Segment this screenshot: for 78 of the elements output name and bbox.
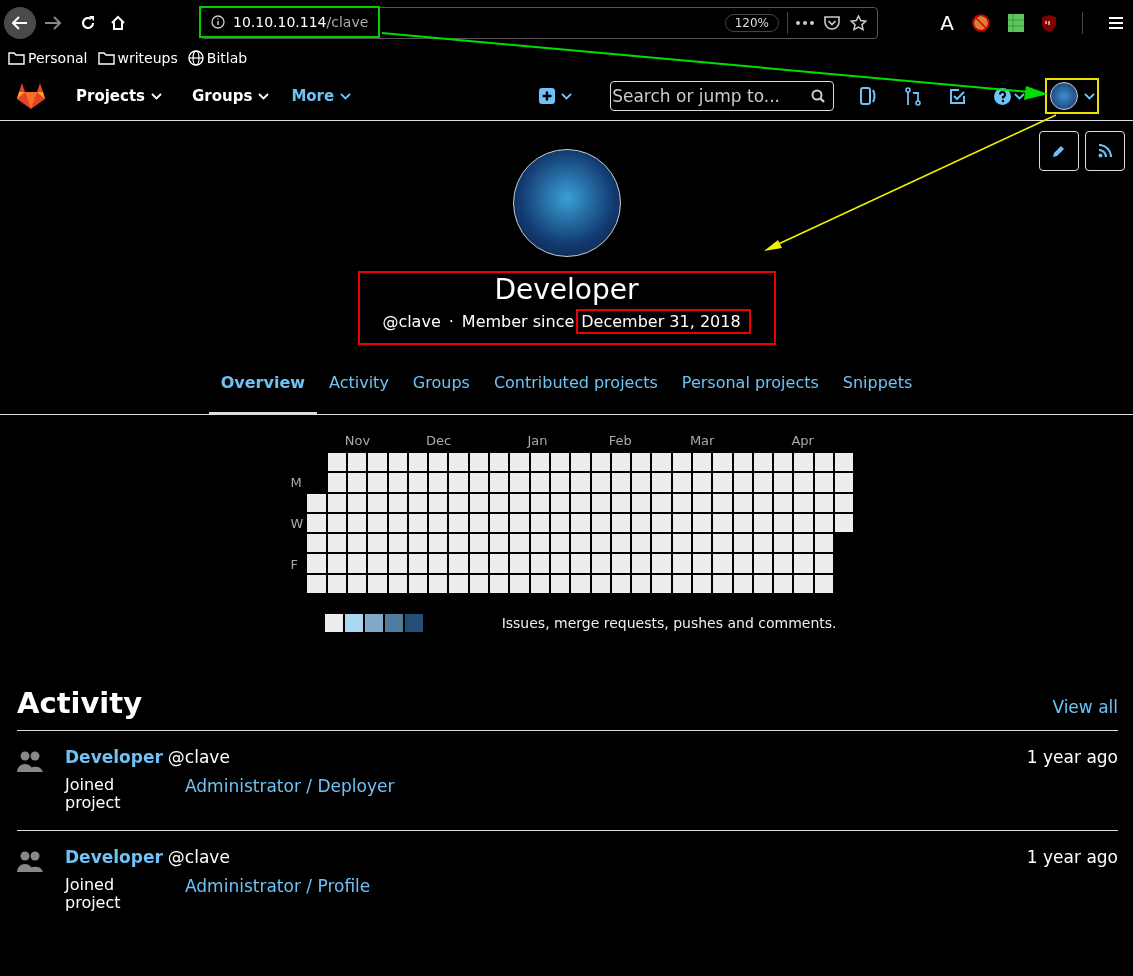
back-arrow-icon (12, 16, 28, 30)
back-button[interactable] (4, 7, 36, 39)
merge-request-icon[interactable] (905, 86, 922, 106)
help-icon[interactable] (994, 87, 1012, 105)
username: @clave (382, 312, 441, 331)
view-all-link[interactable]: View all (1052, 697, 1118, 718)
profile-tab[interactable]: Groups (400, 365, 482, 415)
profile-tab[interactable]: Snippets (830, 365, 925, 415)
weekday-label: W (290, 515, 304, 534)
plus-square-icon[interactable] (539, 88, 556, 104)
month-label: Dec (426, 433, 452, 448)
users-icon (17, 851, 43, 874)
project-link[interactable]: Administrator / Deployer (185, 776, 395, 813)
event-action: Joined project (65, 876, 122, 913)
nav-menu[interactable]: More (291, 87, 352, 105)
users-icon (17, 751, 43, 774)
event-time: 1 year ago (1026, 747, 1118, 770)
bookmark-item[interactable]: Bitlab (187, 50, 248, 66)
pocket-icon[interactable] (824, 15, 840, 31)
folder-icon (97, 51, 115, 65)
url-text: 10.10.10.114/clave (233, 14, 369, 30)
globe-icon (187, 50, 204, 66)
profile-tab[interactable]: Overview (208, 365, 317, 415)
star-icon[interactable] (850, 15, 867, 31)
font-extension-icon[interactable]: A (940, 11, 954, 35)
fox-logo-icon[interactable] (16, 82, 46, 110)
chevron-down-icon (1083, 92, 1095, 100)
forward-icon[interactable] (44, 16, 62, 30)
author-link[interactable]: Developer (65, 847, 163, 868)
legend-text: Issues, merge requests, pushes and comments. (501, 615, 837, 632)
weekday-label: M (290, 474, 303, 493)
section-title: Activity (17, 686, 143, 721)
bookmark-item[interactable]: Personal (8, 50, 88, 66)
shield-icon[interactable] (1042, 14, 1056, 32)
weekday-label: F (290, 555, 299, 574)
pencil-icon (1052, 144, 1066, 158)
search-field[interactable]: Search or jump to... (610, 81, 835, 111)
home-icon[interactable] (110, 15, 126, 31)
board-icon[interactable] (860, 87, 878, 105)
chevron-down-icon (151, 92, 162, 100)
month-label: Jan (527, 433, 548, 448)
project-link[interactable]: Administrator / Profile (185, 876, 371, 913)
separator-dot: · (448, 312, 454, 331)
rss-button[interactable] (1085, 131, 1125, 171)
member-since-date: December 31, 2018 (576, 309, 751, 334)
month-label: Apr (791, 433, 814, 448)
folder-icon (8, 51, 25, 65)
profile-tab[interactable]: Contributed projects (481, 365, 670, 415)
avatar[interactable] (1049, 82, 1078, 110)
chevron-down-icon (258, 92, 270, 100)
month-label: Nov (344, 433, 371, 448)
nav-menu[interactable]: Groups (192, 87, 270, 105)
nav-menu[interactable]: Projects (76, 87, 162, 105)
chevron-down-icon (340, 92, 352, 100)
profile-name: Developer (494, 273, 639, 307)
profile-tab[interactable]: Personal projects (669, 365, 831, 415)
bookmark-item[interactable]: writeups (97, 50, 178, 66)
menu-icon[interactable] (1109, 17, 1123, 29)
chevron-down-icon (561, 92, 573, 100)
blocked-extension-icon[interactable] (972, 14, 990, 32)
event-time: 1 year ago (1026, 847, 1118, 870)
reload-icon[interactable] (80, 15, 96, 31)
todo-icon[interactable] (949, 87, 967, 105)
address-bar[interactable]: 10.10.10.114/clave 120% (200, 7, 878, 39)
month-label: Mar (689, 433, 715, 448)
profile-tab[interactable]: Activity (317, 365, 401, 415)
event-action: Joined project (65, 776, 122, 813)
rss-icon (1098, 144, 1112, 158)
username: @clave (167, 747, 230, 768)
chevron-down-icon (1014, 92, 1026, 100)
search-icon (811, 89, 826, 103)
month-label: Feb (608, 433, 632, 448)
username: @clave (167, 847, 230, 868)
more-icon[interactable] (796, 21, 814, 25)
member-since-label: Member since (461, 312, 575, 331)
edit-button[interactable] (1039, 131, 1079, 171)
author-link[interactable]: Developer (65, 747, 163, 768)
info-icon (211, 15, 225, 29)
